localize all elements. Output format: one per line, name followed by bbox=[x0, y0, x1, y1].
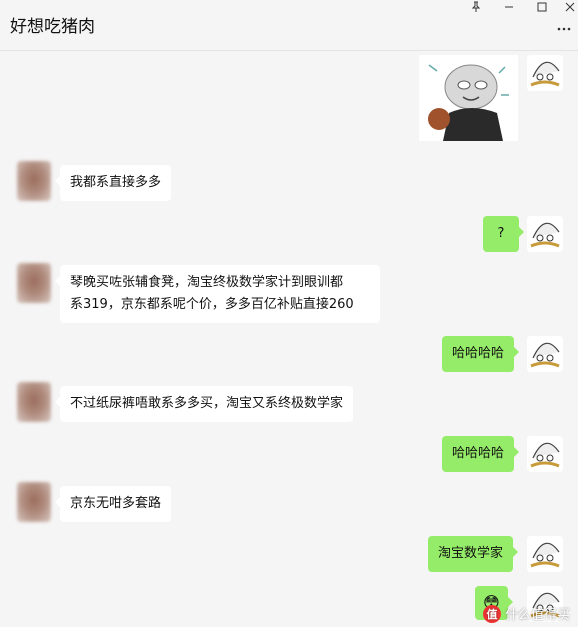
chat-title: 好想吃猪肉 bbox=[10, 17, 95, 37]
minimize-icon[interactable] bbox=[499, 0, 519, 14]
message-line: 系319，京东都系呢个价，多多百亿补贴直接260 bbox=[70, 297, 354, 312]
more-dots-icon[interactable] bbox=[554, 22, 574, 36]
watermark-text: 什么值得买 bbox=[504, 608, 570, 623]
message-line: 琴晚买咗张辅食凳，淘宝终极数学家计到眼训都 bbox=[70, 275, 344, 290]
chat-window: 好想吃猪肉 我都系直接多多 ? 琴晚买咗张辅食凳，淘宝终极数学家计到眼训都 系3… bbox=[0, 0, 578, 627]
self-avatar[interactable] bbox=[527, 216, 563, 252]
self-avatar[interactable] bbox=[527, 536, 563, 572]
message-bubble-outgoing[interactable]: ? bbox=[483, 216, 524, 252]
message-bubble-incoming[interactable]: 我都系直接多多 bbox=[54, 165, 172, 201]
contact-avatar[interactable] bbox=[17, 482, 51, 522]
self-avatar[interactable] bbox=[527, 55, 563, 91]
title-bar: 好想吃猪肉 bbox=[0, 0, 578, 51]
watermark-logo-icon: 值 bbox=[482, 604, 501, 623]
message-bubble-outgoing[interactable]: 哈哈哈哈 bbox=[442, 436, 520, 472]
message-bubble-incoming[interactable]: 琴晚买咗张辅食凳，淘宝终极数学家计到眼训都 系319，京东都系呢个价，多多百亿补… bbox=[55, 265, 380, 323]
message-bubble-incoming[interactable]: 京东无咁多套路 bbox=[54, 486, 172, 522]
contact-avatar[interactable] bbox=[17, 161, 51, 201]
maximize-icon[interactable] bbox=[532, 0, 552, 14]
self-avatar[interactable] bbox=[527, 436, 563, 472]
self-avatar[interactable] bbox=[527, 336, 563, 372]
contact-avatar[interactable] bbox=[17, 382, 51, 422]
message-list[interactable]: 我都系直接多多 ? 琴晚买咗张辅食凳，淘宝终极数学家计到眼训都 系319，京东都… bbox=[0, 51, 578, 627]
watermark: 值 什么值得买 bbox=[482, 604, 570, 623]
message-bubble-outgoing[interactable]: 淘宝数学家 bbox=[428, 536, 519, 572]
pin-icon[interactable] bbox=[466, 0, 486, 14]
message-bubble-outgoing[interactable]: 哈哈哈哈 bbox=[442, 336, 520, 372]
close-icon[interactable] bbox=[560, 0, 578, 14]
contact-avatar[interactable] bbox=[17, 263, 51, 303]
message-bubble-incoming[interactable]: 不过纸尿裤唔敢系多多买，淘宝又系终极数学家 bbox=[54, 386, 354, 422]
sticker-image[interactable] bbox=[419, 55, 518, 141]
